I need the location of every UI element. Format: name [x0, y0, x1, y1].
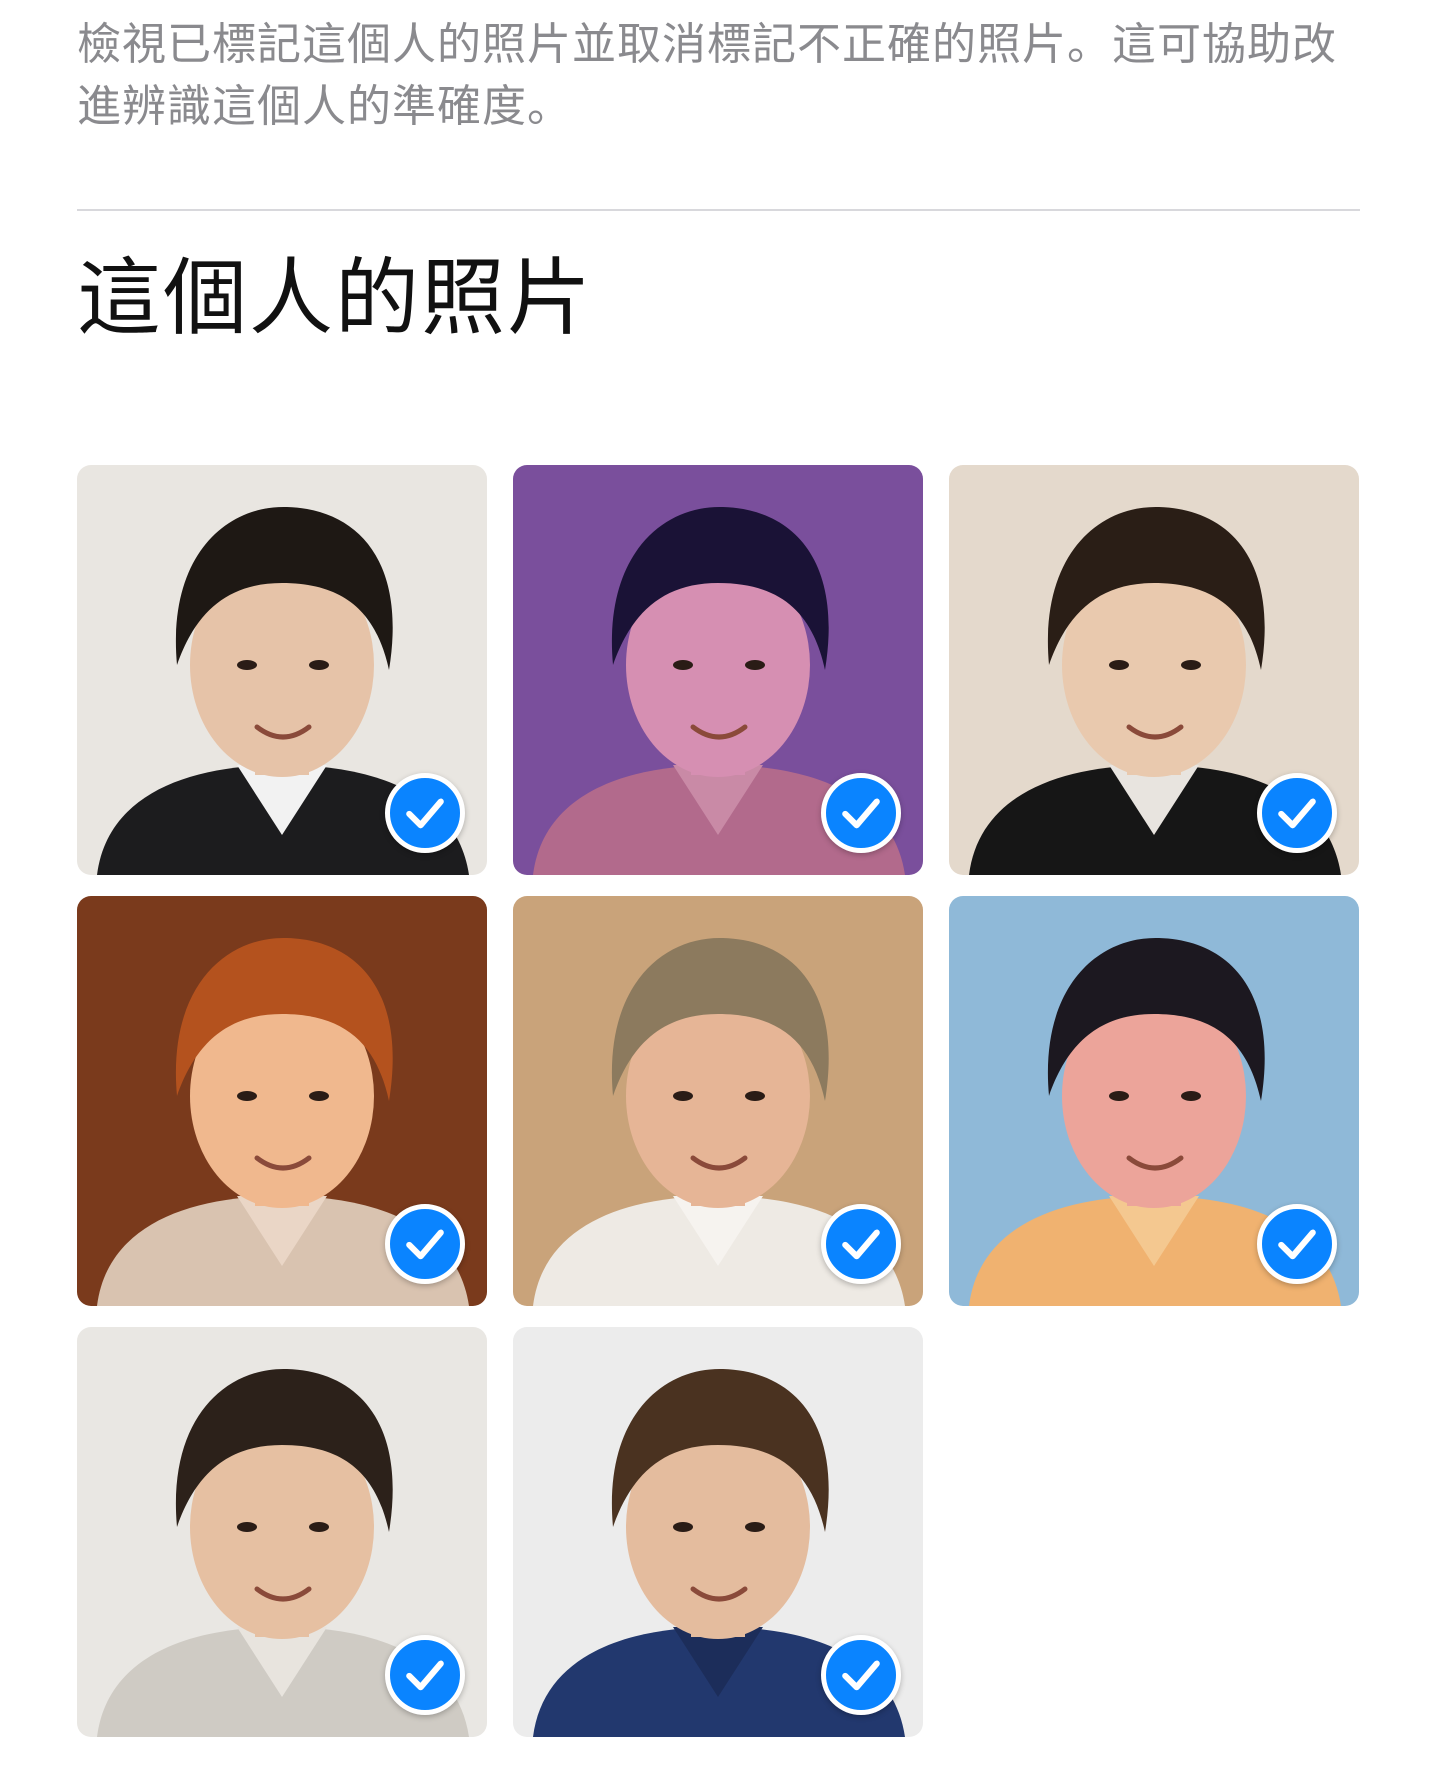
- checkmark-circle-icon[interactable]: [385, 773, 465, 853]
- photo-tile[interactable]: [949, 896, 1359, 1306]
- photo-grid: [77, 465, 1360, 1737]
- description-text: 檢視已標記這個人的照片並取消標記不正確的照片。這可協助改進辨識這個人的準確度。: [77, 19, 1337, 132]
- photo-tile[interactable]: [77, 896, 487, 1306]
- checkmark-circle-icon[interactable]: [821, 1635, 901, 1715]
- checkmark-circle-icon[interactable]: [821, 1204, 901, 1284]
- photo-tile[interactable]: [77, 1327, 487, 1737]
- checkmark-circle-icon[interactable]: [385, 1635, 465, 1715]
- checkmark-circle-icon[interactable]: [1257, 773, 1337, 853]
- section-title: 這個人的照片: [77, 249, 594, 347]
- photo-tile[interactable]: [513, 1327, 923, 1737]
- checkmark-circle-icon[interactable]: [1257, 1204, 1337, 1284]
- photo-tile[interactable]: [77, 465, 487, 875]
- photo-tile[interactable]: [513, 896, 923, 1306]
- photo-tile[interactable]: [949, 465, 1359, 875]
- section-divider: [77, 209, 1360, 211]
- checkmark-circle-icon[interactable]: [385, 1204, 465, 1284]
- checkmark-circle-icon[interactable]: [821, 773, 901, 853]
- photo-tile[interactable]: [513, 465, 923, 875]
